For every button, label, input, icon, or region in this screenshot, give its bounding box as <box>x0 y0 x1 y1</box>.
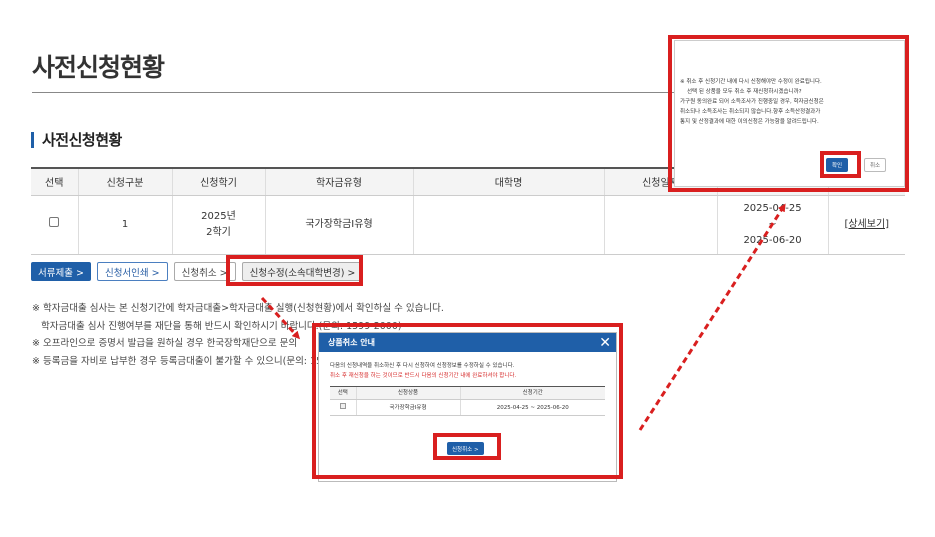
column-header: 선택 <box>31 167 78 196</box>
section-title: 사전신청현황 <box>31 132 122 148</box>
column-header: 대학명 <box>412 167 604 196</box>
print-application-button[interactable]: 신청서인쇄 > <box>96 262 168 281</box>
period-end: 2025-06-20 <box>743 234 802 246</box>
highlight-box-modify-button <box>226 255 363 286</box>
notice-item: ※ 학자금대출 심사는 본 신청기간에 학자금대출>학자금대출 실행(신청현황)… <box>32 303 444 314</box>
page-title: 사전신청현황 <box>32 53 165 82</box>
highlight-box-confirm-button <box>820 151 861 178</box>
university-cell <box>412 195 604 255</box>
period-start: 2025-04-25 <box>743 202 802 214</box>
period-cell: 2025-04-25 ~ 2025-06-20 <box>716 195 828 255</box>
submit-docs-button[interactable]: 서류제출 > <box>31 262 91 281</box>
column-header: 신청학기 <box>171 167 265 196</box>
highlight-box-modal-cancel-button <box>433 433 501 460</box>
semester-term: 2학기 <box>206 226 231 238</box>
period-separator: ~ <box>768 218 777 230</box>
loan-type-cell: 국가장학금Ⅰ유형 <box>264 195 413 255</box>
column-header: 학자금유형 <box>264 167 413 196</box>
detail-link[interactable]: [상세보기] <box>844 219 889 230</box>
column-header: 신청구분 <box>77 167 172 196</box>
highlight-box-confirm-dialog <box>668 35 909 192</box>
title-divider <box>32 92 677 93</box>
apply-date-cell <box>603 195 717 255</box>
row-number: 1 <box>77 195 172 255</box>
table-row: 1 2025년 2학기 국가장학금Ⅰ유형 2025-04-25 ~ 2025-0… <box>31 195 905 255</box>
semester-cell: 2025년 2학기 <box>171 195 265 255</box>
row-checkbox[interactable] <box>49 216 60 227</box>
semester-year: 2025년 <box>201 210 236 222</box>
